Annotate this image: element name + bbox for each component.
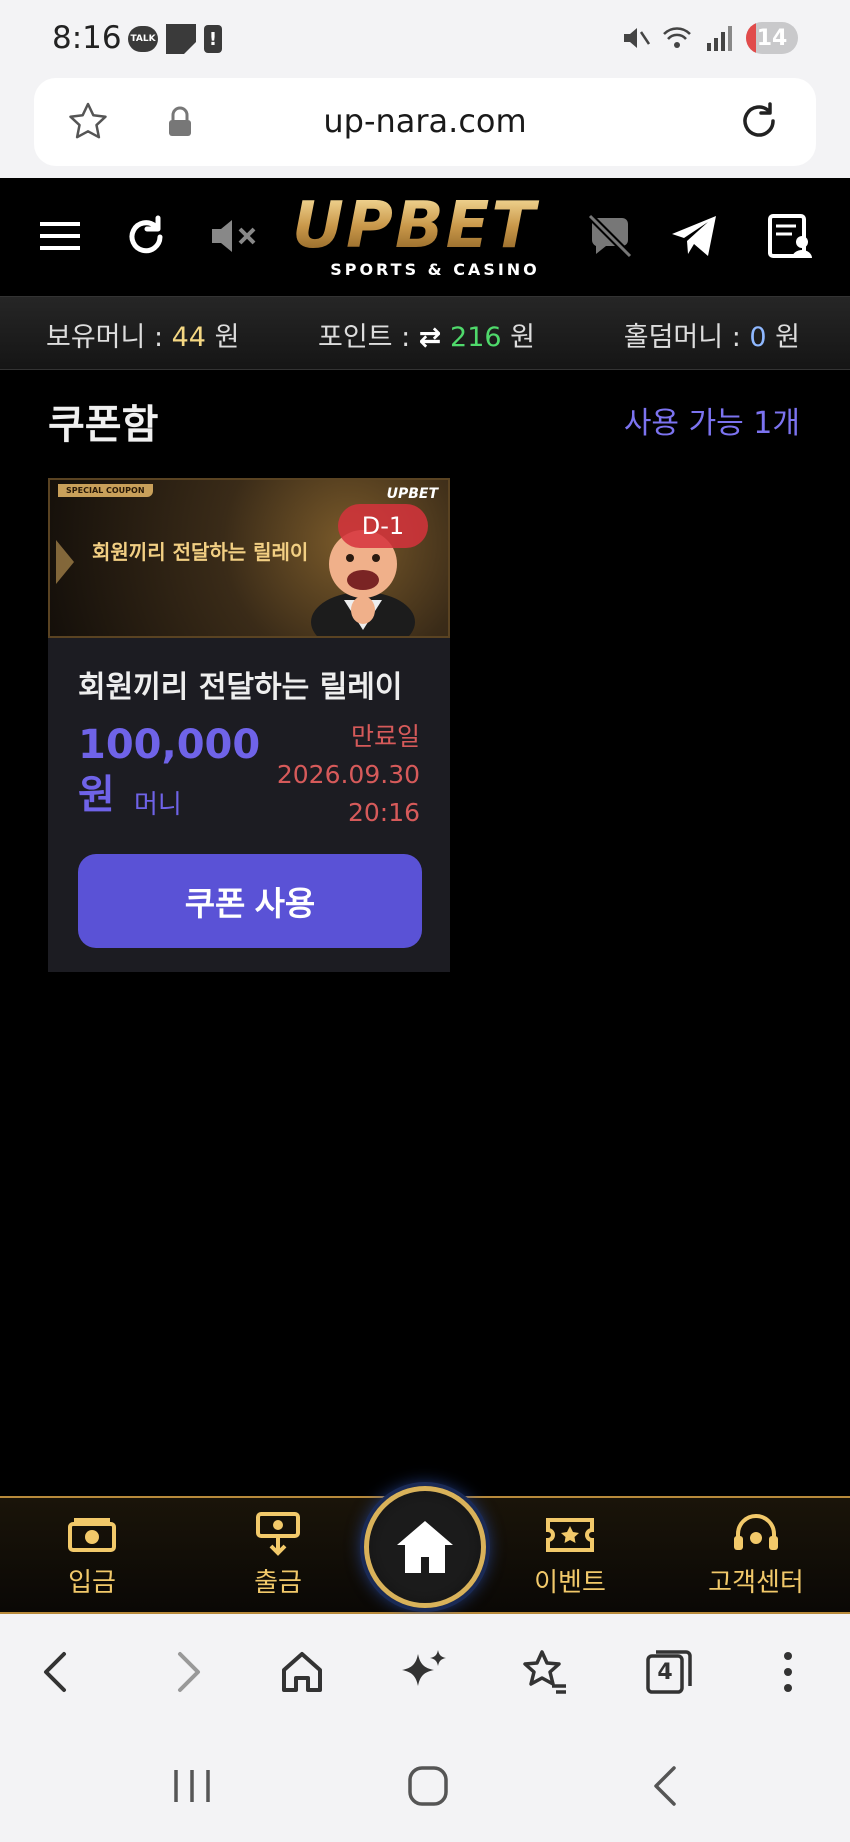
nav-withdraw[interactable]: 출금 xyxy=(208,1512,348,1599)
wifi-icon xyxy=(663,27,691,48)
page-title: 쿠폰함 xyxy=(48,402,159,448)
holdem-value: 0 xyxy=(749,322,767,353)
chat-off-icon[interactable] xyxy=(584,210,636,262)
browser-home-icon[interactable] xyxy=(276,1646,328,1698)
coupon-name: 회원끼리 전달하는 릴레이 xyxy=(78,670,403,705)
status-time: 8:16 xyxy=(52,20,122,56)
banner-arrow-icon xyxy=(56,540,74,584)
money-value: 44 xyxy=(171,322,206,353)
point-convert-icon[interactable]: ⇄ xyxy=(419,322,442,353)
status-bar: 8:16 TALK ! 14 xyxy=(0,0,850,78)
system-back-icon[interactable] xyxy=(640,1760,692,1812)
profile-note-icon[interactable] xyxy=(764,210,816,262)
event-ticket-icon xyxy=(546,1518,594,1552)
use-coupon-button[interactable]: 쿠폰 사용 xyxy=(78,854,422,948)
notification-icons: TALK ! xyxy=(128,24,222,54)
forward-icon[interactable] xyxy=(160,1646,212,1698)
dday-badge: D-1 xyxy=(338,504,428,548)
note-icon xyxy=(166,24,196,54)
browser-toolbar: 4 xyxy=(0,1614,850,1730)
telegram-icon[interactable] xyxy=(668,210,720,262)
system-icons: 14 xyxy=(620,22,798,54)
system-home-icon[interactable] xyxy=(402,1760,454,1812)
banner-logo: UPBET xyxy=(386,486,438,502)
system-nav-bar xyxy=(0,1730,850,1842)
url-text[interactable]: up-nara.com xyxy=(34,102,816,140)
point-value: 216 xyxy=(450,322,502,353)
site-header: UPBET SPORTS & CASINO xyxy=(0,178,850,296)
home-icon xyxy=(397,1521,453,1573)
nav-event[interactable]: 이벤트 xyxy=(500,1512,640,1599)
battery-alert-icon: ! xyxy=(204,25,222,53)
battery-icon: 14 xyxy=(746,22,798,54)
headset-icon xyxy=(734,1514,778,1550)
signal-icon xyxy=(707,26,732,51)
point-balance: 포인트 : ⇄ 216 원 xyxy=(318,322,535,353)
coupon-card: SPECIAL COUPON UPBET 회원끼리 전달하는 릴레이 D-1 회… xyxy=(48,478,450,972)
refresh-icon[interactable] xyxy=(120,210,172,262)
tab-count: 4 xyxy=(657,1660,673,1685)
menu-icon[interactable] xyxy=(34,210,86,262)
coupon-type: 머니 xyxy=(134,790,182,820)
holdem-balance: 홀덤머니 : 0 원 xyxy=(623,322,800,353)
more-menu-icon[interactable] xyxy=(762,1646,814,1698)
tabs-icon[interactable]: 4 xyxy=(642,1646,694,1698)
mute-icon xyxy=(624,28,650,48)
nav-deposit[interactable]: 입금 xyxy=(22,1512,162,1599)
coupon-expiry: 만료일 2026.09.30 20:16 xyxy=(276,722,420,827)
url-bar[interactable]: up-nara.com xyxy=(34,78,816,166)
money-balance: 보유머니 : 44 원 xyxy=(46,322,240,353)
home-button[interactable] xyxy=(364,1486,486,1608)
available-count: 사용 가능 1개 xyxy=(623,406,800,441)
back-icon[interactable] xyxy=(32,1646,84,1698)
kakaotalk-icon: TALK xyxy=(128,26,158,52)
deposit-icon xyxy=(68,1518,116,1552)
upbet-logo[interactable]: UPBET SPORTS & CASINO xyxy=(292,194,554,279)
banner-text: 회원끼리 전달하는 릴레이 xyxy=(92,540,309,564)
bookmarks-icon[interactable] xyxy=(518,1646,570,1698)
sound-off-icon[interactable] xyxy=(208,210,260,262)
coupon-banner: SPECIAL COUPON UPBET 회원끼리 전달하는 릴레이 D-1 xyxy=(48,478,450,638)
reload-icon[interactable] xyxy=(736,98,782,144)
browser-url-area: up-nara.com xyxy=(0,78,850,178)
withdraw-icon xyxy=(256,1512,300,1556)
recent-apps-icon[interactable] xyxy=(166,1760,218,1812)
nav-support[interactable]: 고객센터 xyxy=(686,1512,826,1599)
balance-bar: 보유머니 : 44 원 포인트 : ⇄ 216 원 홀덤머니 : 0 원 xyxy=(0,296,850,370)
sparkle-icon[interactable] xyxy=(398,1646,450,1698)
special-coupon-tag: SPECIAL COUPON xyxy=(58,484,153,497)
